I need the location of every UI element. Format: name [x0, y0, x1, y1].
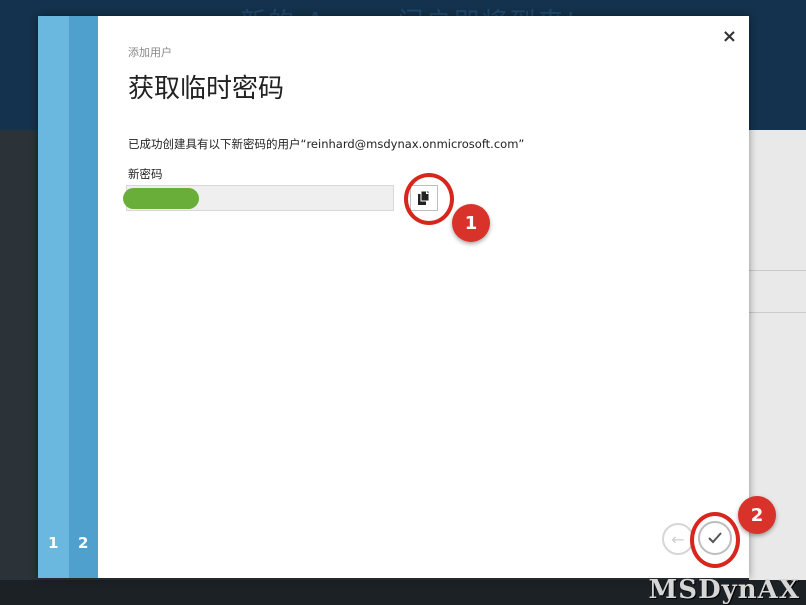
callout-ring-finish: [690, 512, 740, 568]
password-label: 新密码: [128, 167, 163, 181]
close-icon[interactable]: ×: [722, 28, 737, 46]
success-message: 已成功创建具有以下新密码的用户“reinhard@msdynax.onmicro…: [128, 137, 525, 151]
dialog-title: 获取临时密码: [128, 74, 285, 104]
portal-divider: [749, 312, 806, 313]
wizard-step-1[interactable]: 1: [38, 16, 69, 578]
watermark-logo: MSDynAX: [648, 575, 800, 605]
add-user-dialog: 1 2 × 添加用户 获取临时密码 已成功创建具有以下新密码的用户“reinha…: [38, 16, 749, 578]
password-redaction: [123, 188, 199, 209]
callout-ring-copy: [404, 173, 454, 225]
callout-badge-1: 1: [452, 204, 490, 242]
dialog-subtitle: 添加用户: [128, 46, 172, 59]
step-number-2: 2: [78, 534, 89, 552]
wizard-step-2[interactable]: 2: [69, 16, 98, 578]
callout-badge-2: 2: [738, 496, 776, 534]
step-number-1: 1: [48, 534, 59, 552]
portal-divider: [749, 270, 806, 271]
arrow-left-icon: ←: [671, 529, 685, 549]
